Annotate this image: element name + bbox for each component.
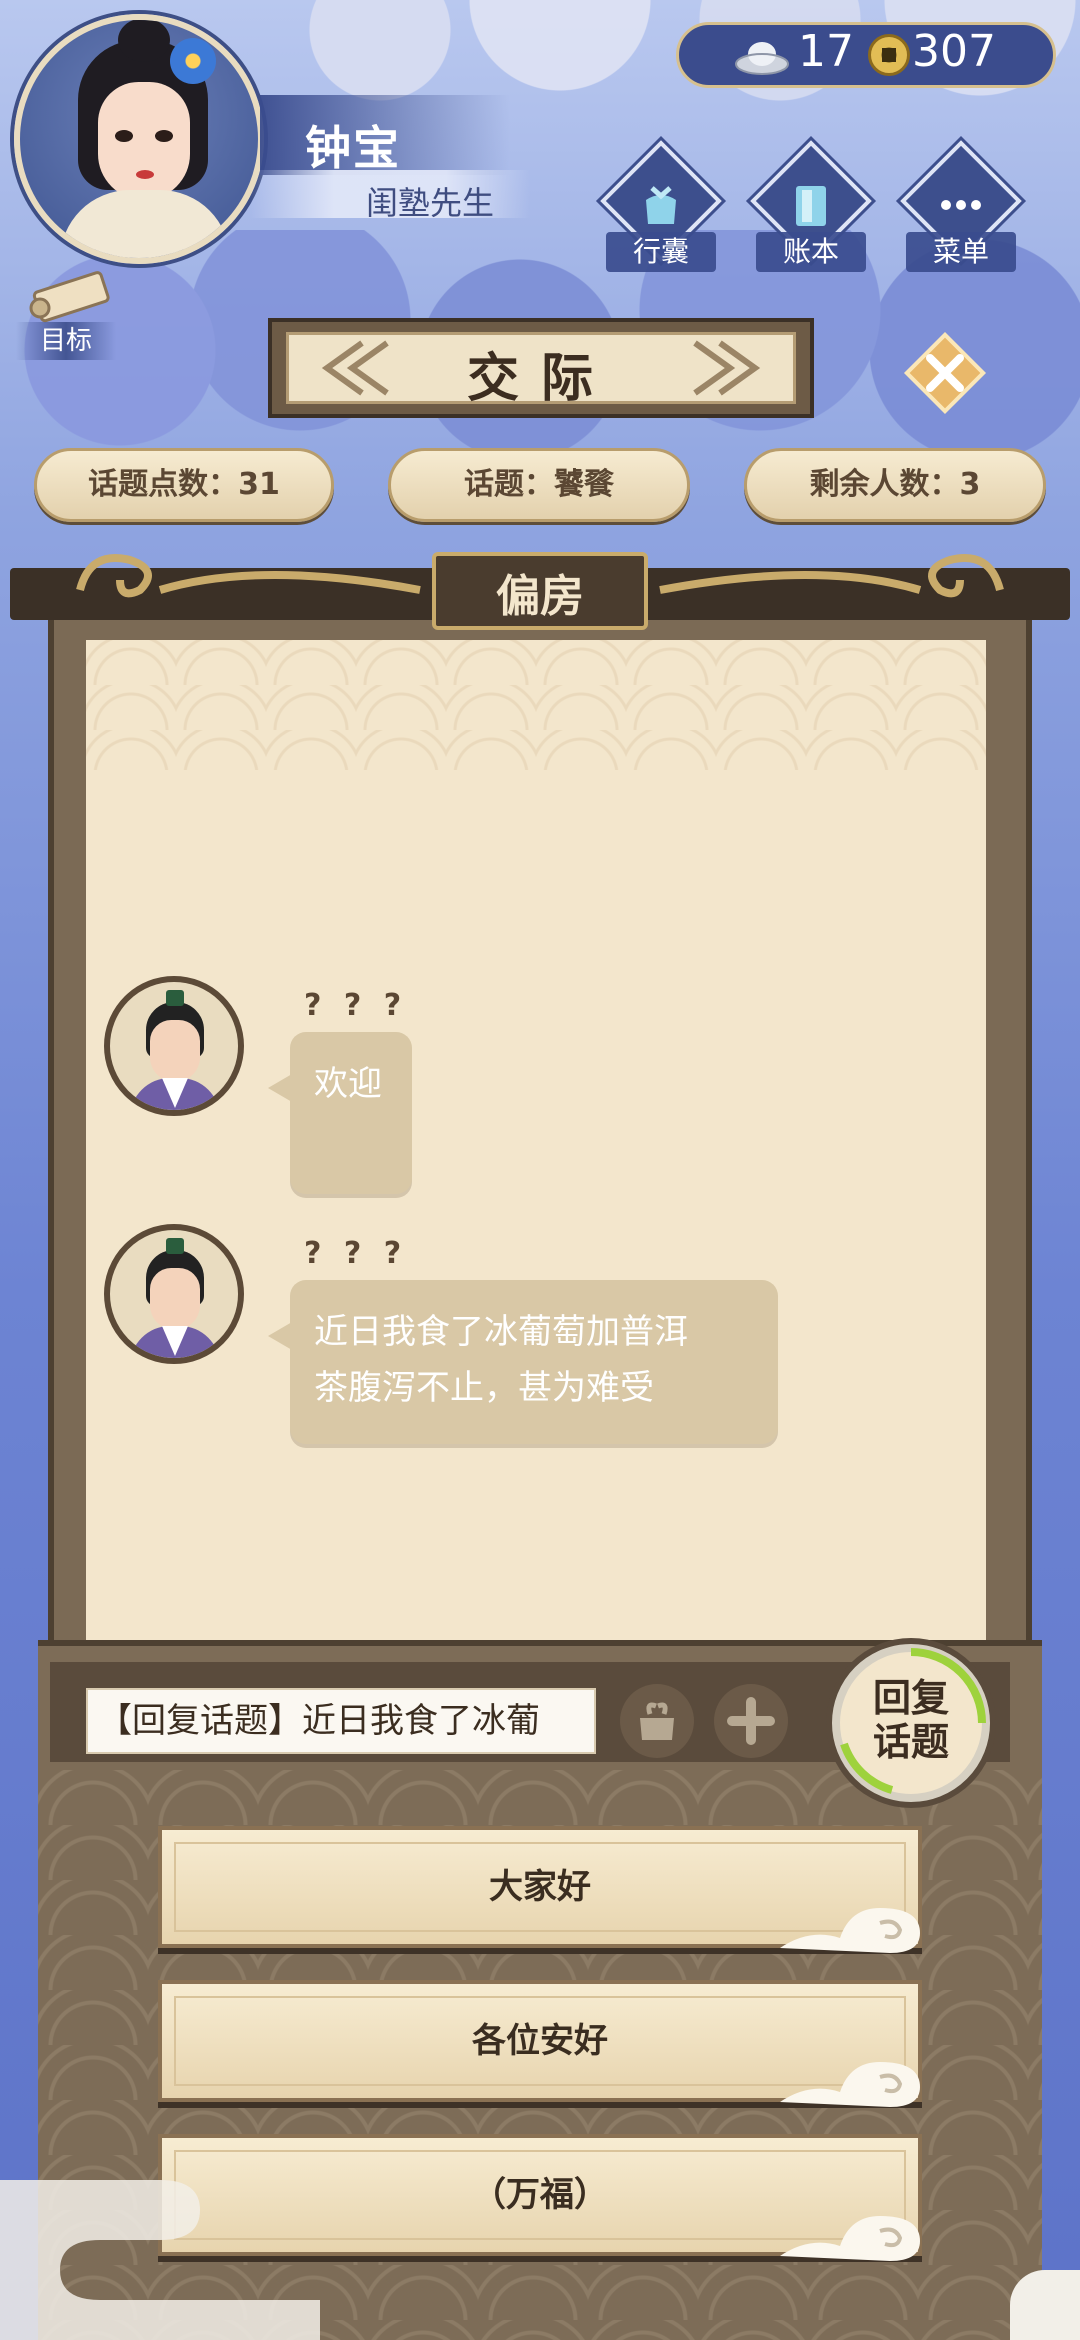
gift-button[interactable]: [620, 1684, 694, 1758]
cloud-swirl-icon: [780, 1908, 920, 1953]
close-icon[interactable]: [900, 328, 990, 418]
topic-points-badge: 话题点数：31: [34, 448, 334, 522]
message-text-line1: 近日我食了冰葡萄加普洱: [314, 1312, 688, 1352]
room-name: 偏房: [496, 571, 584, 622]
reply-button-line1: 回复: [872, 1676, 949, 1720]
gift-bag-icon: [640, 1702, 674, 1740]
more-dots-icon: [941, 200, 981, 210]
bag-icon: [646, 186, 676, 224]
menu-button[interactable]: 菜单: [896, 140, 1026, 272]
silver-amount: 17: [798, 26, 854, 77]
reply-option[interactable]: 各位安好: [158, 1980, 922, 2107]
corner-cloud-decoration: [0, 2180, 320, 2340]
wave-pattern-decoration: [86, 640, 986, 770]
coin-amount: 307: [912, 26, 996, 77]
cloud-swirl-icon: [780, 2062, 920, 2107]
goal-button[interactable]: 目标: [16, 322, 116, 360]
menu-label: 菜单: [906, 232, 1016, 272]
npc-avatar[interactable]: [104, 976, 244, 1116]
speaker-name: ? ? ?: [304, 1236, 408, 1271]
topic-badge: 话题：饕餮: [388, 448, 690, 522]
scroll-icon[interactable]: [22, 268, 118, 324]
speaker-name: ? ? ?: [304, 988, 408, 1023]
chat-bubble: 近日我食了冰葡萄加普洱 茶腹泻不止，甚为难受: [268, 1280, 778, 1444]
player-avatar[interactable]: [14, 14, 264, 264]
message-text-line2: 茶腹泻不止，甚为难受: [314, 1368, 654, 1408]
ledger-label: 账本: [756, 232, 866, 272]
bag-button[interactable]: 行囊: [596, 140, 726, 272]
reply-topic-button-label: 回复 话题: [832, 1676, 990, 1764]
chat-area: [86, 640, 986, 1650]
currency-bar: [676, 22, 1056, 88]
coin-icon: [868, 34, 910, 76]
silver-ingot-icon: [735, 42, 789, 75]
reply-topic-input[interactable]: 【回复话题】近日我食了冰葡: [86, 1688, 596, 1754]
add-button[interactable]: [714, 1684, 788, 1758]
npc-avatar[interactable]: [104, 1224, 244, 1364]
message-text: 欢迎: [314, 1064, 382, 1104]
ledger-icon: [796, 186, 826, 226]
reply-button-line2: 话题: [872, 1720, 949, 1764]
plus-icon: [727, 1697, 775, 1745]
remaining-count-badge: 剩余人数：3: [744, 448, 1046, 522]
bag-label: 行囊: [606, 232, 716, 272]
player-title: 闺塾先生: [366, 184, 495, 222]
ledger-button[interactable]: 账本: [746, 140, 876, 272]
reply-option[interactable]: 大家好: [158, 1826, 922, 1953]
corner-cloud-decoration: [1010, 2270, 1080, 2340]
cloud-swirl-icon: [780, 2216, 920, 2261]
player-name: 钟宝: [305, 121, 401, 175]
screen-title: 交际: [466, 349, 615, 409]
chat-bubble: 欢迎: [268, 1032, 412, 1194]
